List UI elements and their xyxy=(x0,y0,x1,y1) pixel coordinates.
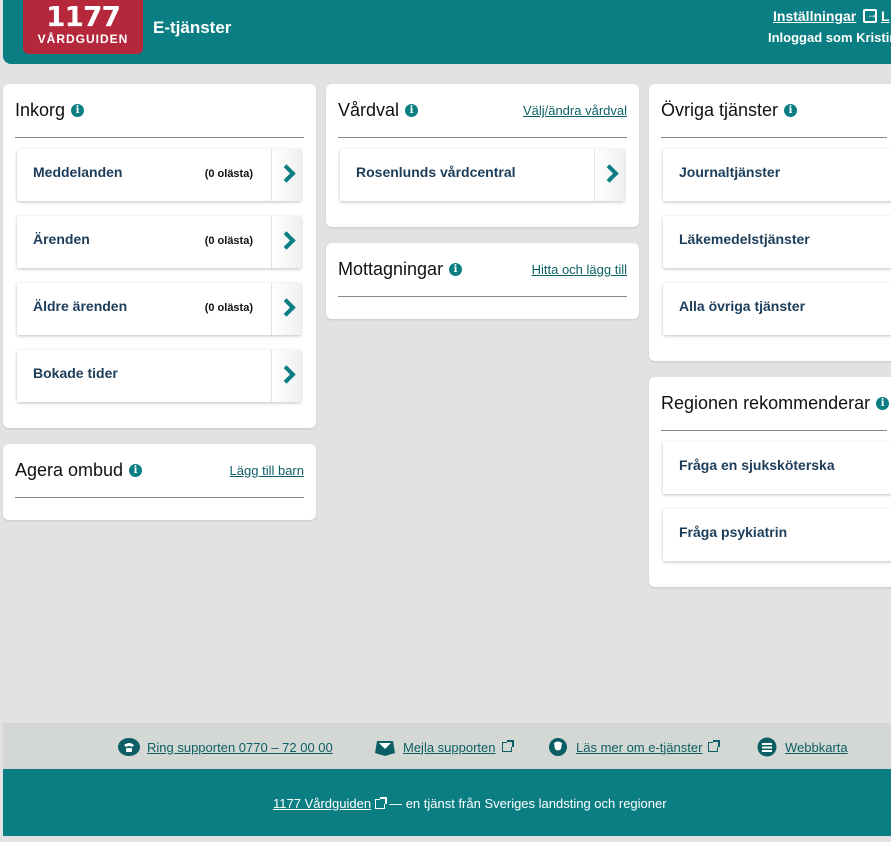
service-item-journal[interactable]: Journaltjänster xyxy=(663,149,891,201)
sitemap-label: Webbkarta xyxy=(785,739,848,755)
tile-label: Fråga psykiatrin xyxy=(679,524,788,540)
regionen-header: Regionen rekommenderar i xyxy=(661,393,890,431)
mottagningar-title: Mottagningar xyxy=(338,259,444,279)
vardval-card: Vårdval i Välj/ändra vårdval Rosenlunds … xyxy=(326,84,639,227)
unread-count: (0 olästa) xyxy=(204,235,253,247)
add-child-link[interactable]: Lägg till barn xyxy=(230,463,304,478)
tile-label: Läkemedelstjänster xyxy=(679,231,810,247)
ovriga-title: Övriga tjänster xyxy=(661,100,779,120)
chevron-right-icon xyxy=(271,149,301,201)
change-vardval-link[interactable]: Välj/ändra vårdval xyxy=(523,103,627,118)
read-more-label: Läs mer om e-tjänster xyxy=(576,739,703,755)
inbox-item-arenden[interactable]: Ärenden (0 olästa) xyxy=(17,216,301,268)
chevron-right-icon xyxy=(271,216,301,268)
mail-support-label: Mejla supporten xyxy=(403,739,496,755)
app-title: E-tjänster xyxy=(153,18,232,37)
inbox-item-aldre-arenden[interactable]: Äldre ärenden (0 olästa) xyxy=(17,283,301,335)
inbox-item-meddelanden[interactable]: Meddelanden (0 olästa) xyxy=(17,149,301,201)
external-link-icon xyxy=(375,796,388,809)
info-icon[interactable]: i xyxy=(71,104,85,117)
inkorg-card: Inkorg i Meddelanden (0 olästa) Ärenden … xyxy=(3,84,316,428)
logo-subtitle: VÅRDGUIDEN xyxy=(37,32,129,46)
tile-label: Journaltjänster xyxy=(679,164,781,180)
region-item-sjukskoterska[interactable]: Fråga en sjuksköterska xyxy=(663,442,891,494)
chevron-right-icon xyxy=(271,350,301,402)
tile-label: Bokade tider xyxy=(33,365,118,381)
info-icon[interactable]: i xyxy=(129,464,143,477)
agera-ombud-card: Agera ombud i Lägg till barn xyxy=(3,444,316,520)
external-link-icon xyxy=(501,740,514,752)
settings-link[interactable]: Inställningar xyxy=(773,8,856,24)
regionen-title: Regionen rekommenderar xyxy=(661,393,871,413)
chevron-right-icon xyxy=(594,149,624,201)
tile-label: Meddelanden xyxy=(33,164,123,180)
logout-icon xyxy=(863,7,878,23)
tile-label: Rosenlunds vårdcentral xyxy=(356,164,516,180)
support-bar: Ring supporten 0770 – 72 00 00 Mejla sup… xyxy=(3,723,891,769)
inkorg-title: Inkorg xyxy=(15,100,66,120)
inbox-item-bokade-tider[interactable]: Bokade tider xyxy=(17,350,301,402)
region-item-psykiatrin[interactable]: Fråga psykiatrin xyxy=(663,509,891,561)
agera-ombud-title: Agera ombud xyxy=(15,460,124,480)
agera-ombud-header: Agera ombud i Lägg till barn xyxy=(15,460,304,498)
find-clinic-link[interactable]: Hitta och lägg till xyxy=(532,262,627,277)
info-icon[interactable]: i xyxy=(449,263,463,276)
chevron-right-icon xyxy=(271,283,301,335)
inkorg-header: Inkorg i xyxy=(15,100,304,138)
logged-in-user: Inloggad som Kristin xyxy=(768,30,891,45)
mottagningar-header: Mottagningar i Hitta och lägg till xyxy=(338,259,627,297)
vardguiden-link[interactable]: 1177 Vårdguiden xyxy=(273,796,371,811)
mail-support-link[interactable]: Mejla supporten xyxy=(373,737,514,757)
sitemap-link[interactable]: Webbkarta xyxy=(755,737,848,757)
logout-link[interactable]: L xyxy=(863,7,890,24)
info-icon[interactable]: i xyxy=(876,397,890,410)
top-header: 1177 VÅRDGUIDEN E-tjänster Inställningar… xyxy=(3,0,891,64)
ovriga-tjanster-card: Övriga tjänster i Journaltjänster Läkeme… xyxy=(649,84,891,361)
external-link-icon xyxy=(708,740,721,752)
site-footer: 1177 Vårdguiden — en tjänst från Sverige… xyxy=(3,769,891,836)
tile-label: Ärenden xyxy=(33,231,90,247)
call-support-link[interactable]: Ring supporten 0770 – 72 00 00 xyxy=(117,737,333,757)
sitemap-icon xyxy=(757,737,777,757)
vardcentral-item[interactable]: Rosenlunds vårdcentral xyxy=(340,149,624,201)
mail-icon xyxy=(375,741,395,756)
read-more-link[interactable]: Läs mer om e-tjänster xyxy=(546,737,721,757)
mottagningar-card: Mottagningar i Hitta och lägg till xyxy=(326,243,639,319)
info-chat-icon xyxy=(549,738,567,756)
tile-label: Fråga en sjuksköterska xyxy=(679,457,835,473)
regionen-card: Regionen rekommenderar i Fråga en sjuksk… xyxy=(649,377,891,587)
vardval-title: Vårdval xyxy=(338,100,400,120)
unread-count: (0 olästa) xyxy=(204,302,253,314)
ovriga-header: Övriga tjänster i xyxy=(661,100,887,138)
service-item-lakemedel[interactable]: Läkemedelstjänster xyxy=(663,216,891,268)
unread-count: (0 olästa) xyxy=(204,168,253,180)
tile-label: Alla övriga tjänster xyxy=(679,298,806,314)
call-support-label: Ring supporten 0770 – 72 00 00 xyxy=(147,739,333,755)
logo-number: 1177 xyxy=(46,0,121,33)
footer-tagline: — en tjänst från Sveriges landsting och … xyxy=(389,796,667,811)
phone-icon xyxy=(118,738,140,756)
service-item-alla[interactable]: Alla övriga tjänster xyxy=(663,283,891,335)
info-icon[interactable]: i xyxy=(784,104,798,117)
info-icon[interactable]: i xyxy=(405,104,419,117)
logout-label: L xyxy=(881,8,890,24)
vardval-header: Vårdval i Välj/ändra vårdval xyxy=(338,100,627,138)
vardguiden-logo[interactable]: 1177 VÅRDGUIDEN xyxy=(23,0,143,54)
tile-label: Äldre ärenden xyxy=(33,298,128,314)
